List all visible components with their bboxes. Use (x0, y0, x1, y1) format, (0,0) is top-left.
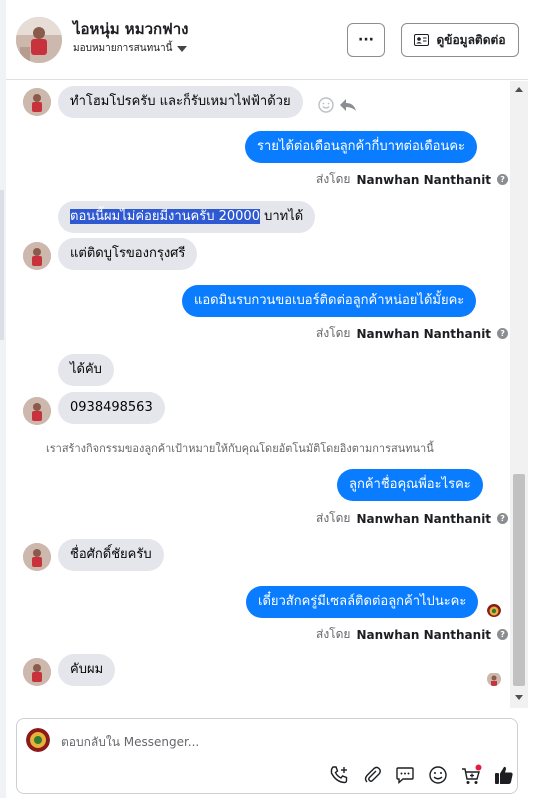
message-bubble-incoming[interactable]: ทำโฮมโปรครับ และก็รับเหมาไฟฟ้าด้วย (58, 86, 303, 118)
scroll-down-arrow-icon[interactable] (515, 695, 523, 700)
cart-icon[interactable] (459, 763, 483, 787)
message-bubble-outgoing[interactable]: รายได้ต่อเดือนลูกค้ากี่บาทต่อเดือนคะ (245, 131, 478, 163)
contact-name[interactable]: ไอหนุ่ม หมวกฟาง (73, 17, 188, 41)
view-contact-info-label: ดูข้อมูลติดต่อ (436, 32, 506, 47)
message-bubble-incoming[interactable]: ได้คับ (58, 354, 114, 386)
sent-by-prefix: ส่งโดย (316, 326, 351, 340)
page-avatar (26, 728, 50, 752)
sent-by-prefix: ส่งโดย (316, 172, 351, 186)
customer-seen-avatar (487, 672, 501, 686)
reply-input[interactable]: ตอบกลับใน Messenger... (61, 733, 199, 752)
assign-label: มอบหมายการสนทนานี้ (73, 43, 173, 54)
info-icon[interactable]: ? (497, 328, 509, 339)
sent-by-prefix: ส่งโดย (316, 511, 351, 525)
sender-name: Nanwhan Nanthanit (356, 511, 492, 526)
message-bubble-outgoing[interactable]: ลูกค้าชื่อคุณพี่อะไรคะ (337, 469, 483, 501)
sent-by-label: ส่งโดย Nanwhan Nanthanit? (316, 324, 509, 343)
message-bubble-outgoing[interactable]: แอดมินรบกวนขอเบอร์ติดต่อลูกค้าหน่อยได้มั… (182, 285, 477, 317)
reply-icon[interactable] (339, 97, 357, 113)
scroll-up-arrow-icon[interactable] (515, 87, 523, 92)
message-thread[interactable]: ทำโฮมโปรครับ และก็รับเหมาไฟฟ้าด้วย รายได… (6, 81, 510, 708)
info-icon[interactable]: ? (497, 174, 509, 185)
sent-by-label: ส่งโดย Nanwhan Nanthanit? (316, 625, 509, 644)
contact-avatar[interactable] (16, 17, 62, 63)
chat-bubble-icon[interactable] (393, 763, 417, 787)
customer-avatar (23, 543, 51, 571)
caret-down-icon (177, 45, 188, 52)
conversation-header: ไอหนุ่ม หมวกฟาง มอบหมายการสนทนานี้ ··· ด… (6, 0, 528, 80)
emoji-icon[interactable] (318, 97, 334, 113)
customer-avatar (23, 88, 51, 116)
contact-card-icon (414, 34, 430, 46)
info-icon[interactable]: ? (497, 513, 509, 524)
message-bubble-incoming[interactable]: แต่ติดบูโรของกรุงศรี (58, 238, 198, 270)
thread-scrollbar[interactable] (510, 81, 528, 708)
message-bubble-incoming[interactable]: คับผม (58, 654, 116, 686)
paperclip-icon[interactable] (360, 763, 384, 787)
sent-by-label: ส่งโดย Nanwhan Nanthanit? (316, 509, 509, 528)
message-bubble-incoming[interactable]: 0938498563 (58, 392, 165, 424)
composer-toolbar (327, 763, 516, 787)
sender-name: Nanwhan Nanthanit (356, 627, 492, 642)
message-bubble-outgoing[interactable]: เดี๋ยวสักครู่มีเซลล์ติดต่อลูกค้าไปนะคะ (246, 586, 479, 618)
sent-by-label: ส่งโดย Nanwhan Nanthanit? (316, 170, 509, 189)
view-contact-info-button[interactable]: ดูข้อมูลติดต่อ (401, 23, 519, 57)
page-seen-avatar (487, 603, 501, 617)
assign-conversation-dropdown[interactable]: มอบหมายการสนทนานี้ (73, 41, 188, 56)
message-bubble-incoming[interactable]: ชื่อศักดิ์ชัยครับ (58, 539, 164, 571)
message-text: บาทได้ (259, 209, 304, 224)
emoji-icon[interactable] (426, 763, 450, 787)
system-notice: เราสร้างกิจกรรมของลูกค้าเป้าหมายให้กับคุ… (46, 442, 434, 455)
selected-text: ตอนนี้ผมไม่ค่อยมีงานครับ 20000 (70, 209, 260, 224)
customer-avatar (23, 658, 51, 686)
thumbs-up-icon[interactable] (492, 763, 516, 787)
phone-add-icon[interactable] (327, 763, 351, 787)
reply-composer[interactable]: ตอบกลับใน Messenger... (16, 718, 518, 794)
message-bubble-incoming[interactable]: ตอนนี้ผมไม่ค่อยมีงานครับ 20000 บาทได้ (58, 201, 316, 233)
sent-by-prefix: ส่งโดย (316, 627, 351, 641)
sender-name: Nanwhan Nanthanit (356, 326, 492, 341)
customer-avatar (23, 397, 51, 425)
info-icon[interactable]: ? (497, 629, 509, 640)
more-options-button[interactable]: ··· (347, 23, 385, 57)
scroll-thumb[interactable] (513, 474, 525, 686)
customer-avatar (23, 242, 51, 270)
sender-name: Nanwhan Nanthanit (356, 172, 492, 187)
